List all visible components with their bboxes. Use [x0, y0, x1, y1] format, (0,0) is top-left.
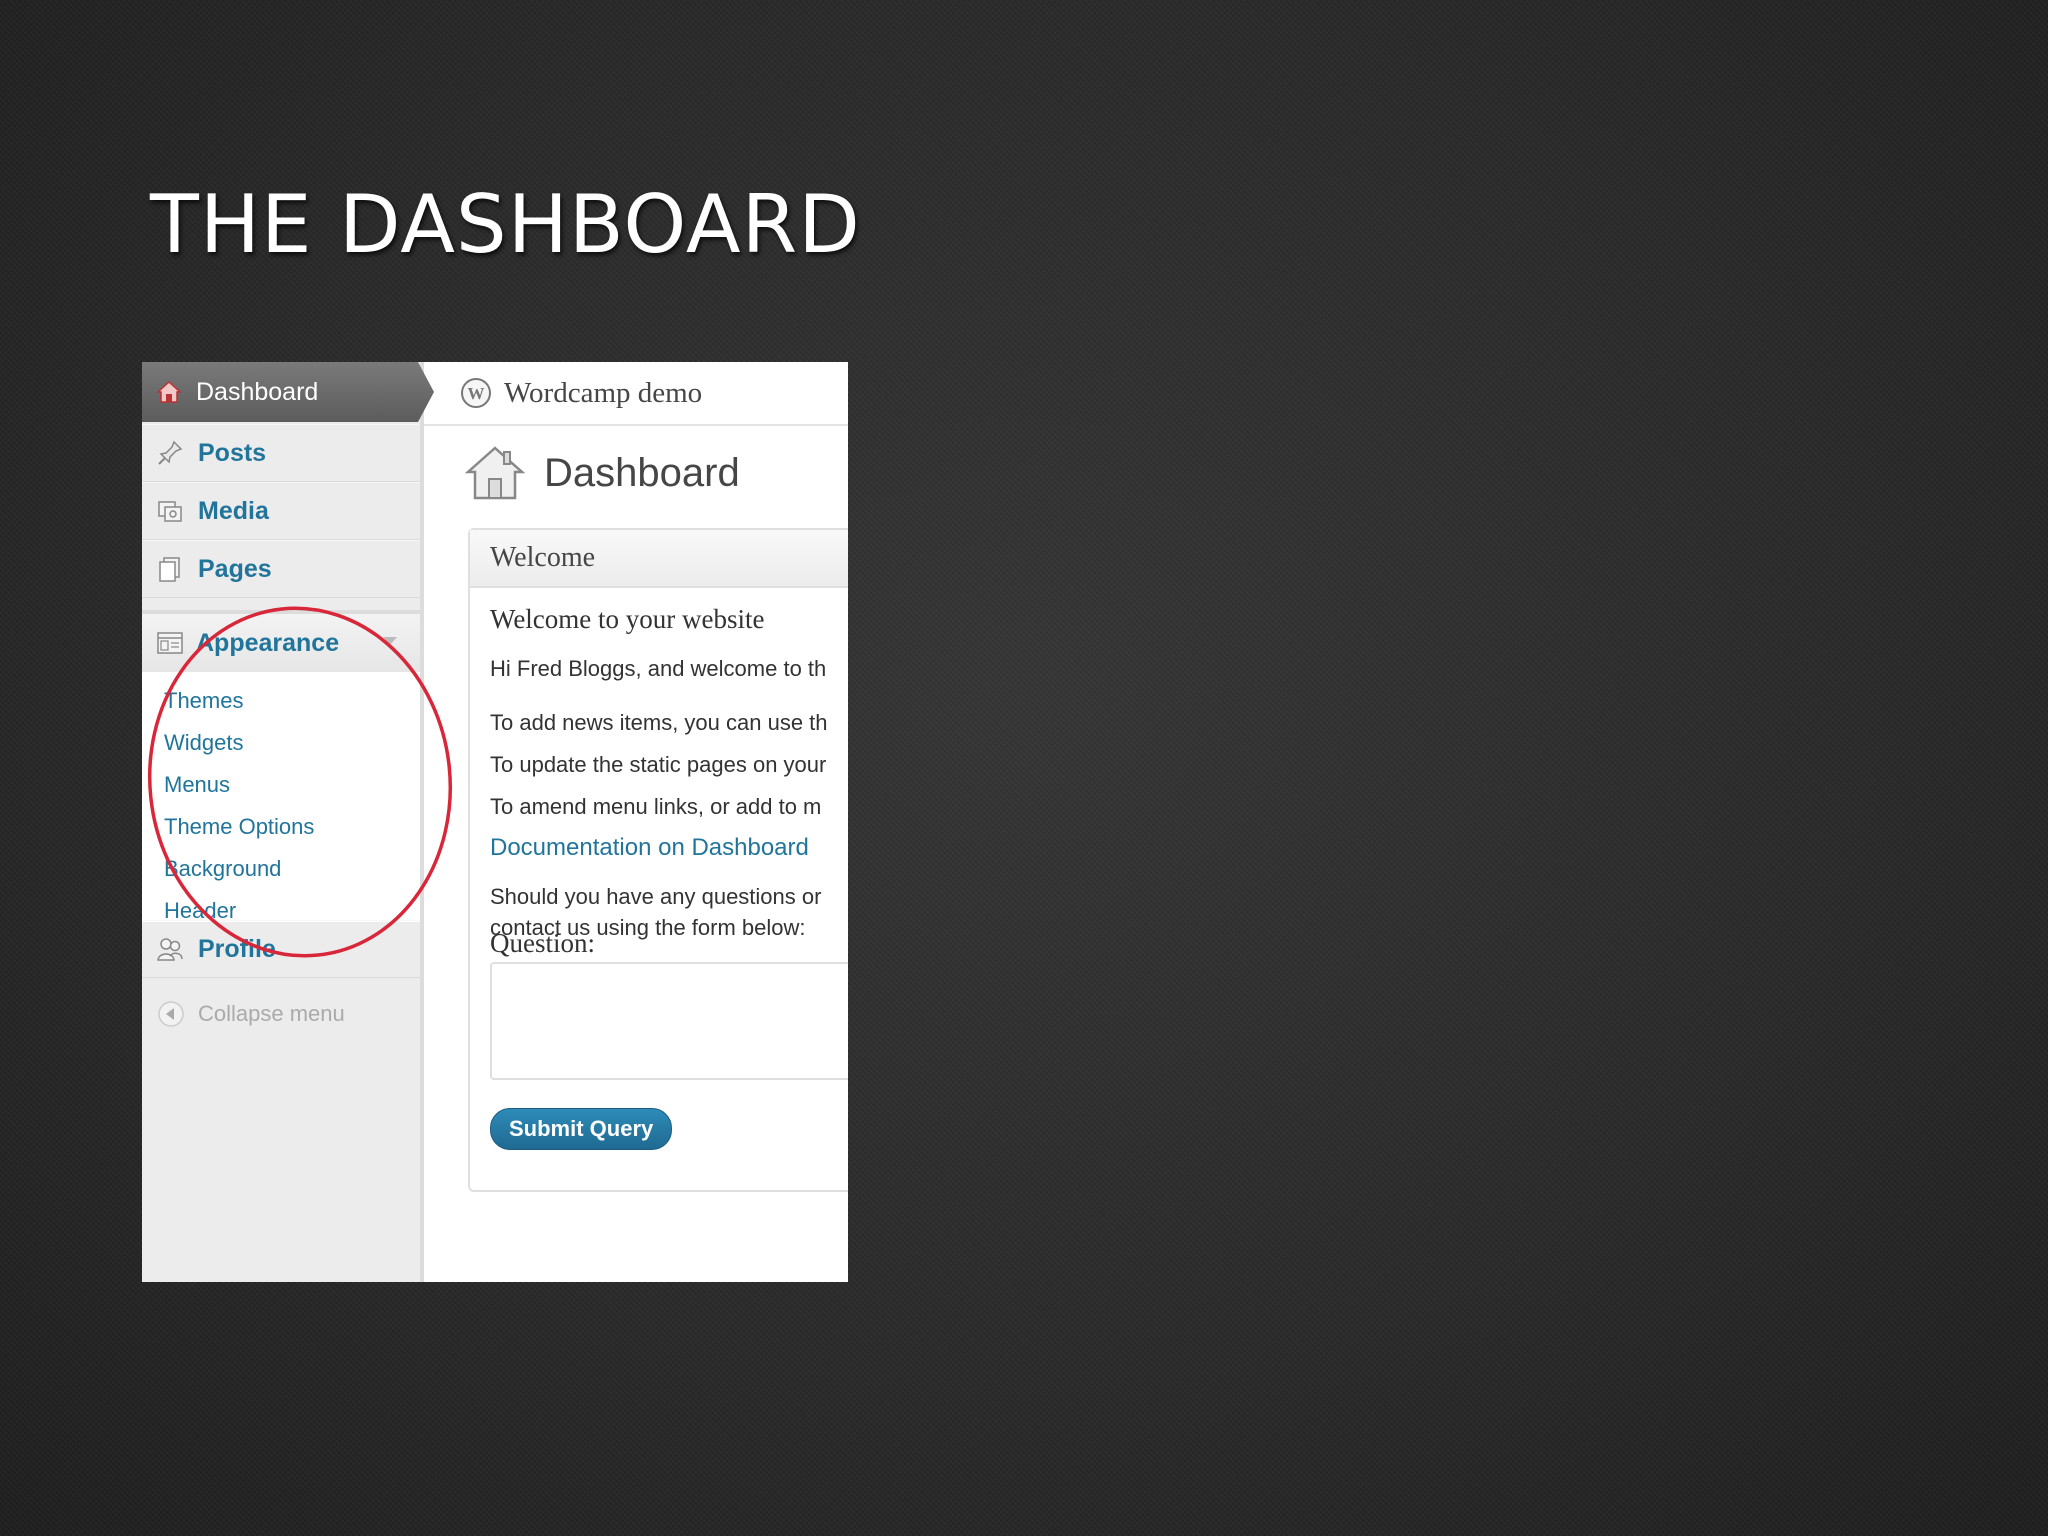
site-name[interactable]: Wordcamp demo — [504, 377, 702, 410]
submit-query-button[interactable]: Submit Query — [490, 1108, 673, 1150]
sidebar-item-posts[interactable]: Posts — [142, 424, 420, 482]
welcome-greeting: Hi Fred Bloggs, and welcome to th — [490, 656, 827, 681]
sidebar-item-label: Pages — [198, 554, 272, 583]
submenu-item-background[interactable]: Background — [164, 856, 281, 882]
welcome-widget: Welcome Welcome to your website Hi Fred … — [468, 528, 848, 1192]
submenu-item-theme-options[interactable]: Theme Options — [164, 814, 314, 840]
sidebar-item-dashboard[interactable]: Dashboard — [142, 362, 434, 422]
sidebar-item-appearance[interactable]: Appearance — [142, 614, 420, 672]
pin-icon — [158, 440, 183, 465]
wordpress-logo-icon[interactable]: W — [460, 377, 492, 409]
appearance-icon — [157, 632, 183, 654]
pages-icon — [159, 557, 180, 582]
wordpress-admin-screenshot: Dashboard Posts Media Pages Appearance T… — [142, 362, 848, 1282]
sidebar-item-label: Media — [198, 496, 269, 525]
home-icon — [156, 380, 182, 403]
home-icon — [464, 446, 526, 500]
submenu-item-widgets[interactable]: Widgets — [164, 730, 243, 756]
chevron-down-icon[interactable] — [382, 636, 398, 646]
appearance-menu: Appearance Themes Widgets Menus Theme Op… — [142, 610, 420, 923]
documentation-link[interactable]: Documentation on Dashboard — [490, 834, 809, 862]
sidebar-item-pages[interactable]: Pages — [142, 540, 420, 598]
sidebar-item-media[interactable]: Media — [142, 482, 420, 540]
submenu-item-themes[interactable]: Themes — [164, 688, 243, 714]
slide-title: THE DASHBOARD — [150, 178, 861, 271]
users-icon — [157, 938, 183, 961]
welcome-widget-title: Welcome — [490, 542, 596, 573]
question-textarea[interactable] — [490, 962, 848, 1080]
collapse-menu-button[interactable]: Collapse menu — [156, 999, 345, 1029]
svg-text:W: W — [468, 384, 485, 403]
page-title: Dashboard — [544, 450, 740, 495]
admin-topbar: W Wordcamp demo — [424, 362, 848, 426]
page-header: Dashboard — [464, 442, 740, 504]
main-content: W Wordcamp demo Dashboard Welcome Welcom… — [424, 362, 848, 1282]
welcome-text-line: Should you have any questions or — [490, 884, 822, 909]
media-icon — [158, 501, 182, 522]
welcome-text-line: To amend menu links, or add to m — [490, 794, 822, 819]
welcome-text-line: To add news items, you can use th — [490, 710, 828, 735]
question-label: Question: — [490, 928, 595, 958]
welcome-widget-header[interactable]: Welcome — [470, 530, 848, 588]
admin-sidebar: Dashboard Posts Media Pages Appearance T… — [142, 362, 434, 1282]
sidebar-item-label: Profile — [198, 934, 276, 963]
collapse-arrow-icon — [158, 1001, 184, 1027]
welcome-heading: Welcome to your website — [490, 604, 765, 634]
sidebar-item-profile[interactable]: Profile — [142, 920, 420, 978]
sidebar-item-label: Appearance — [196, 628, 340, 657]
welcome-text-line: To update the static pages on your — [490, 752, 827, 777]
collapse-menu-label: Collapse menu — [198, 1001, 345, 1026]
sidebar-item-label: Posts — [198, 438, 267, 467]
sidebar-item-label: Dashboard — [196, 377, 319, 406]
submenu-item-menus[interactable]: Menus — [164, 772, 230, 798]
